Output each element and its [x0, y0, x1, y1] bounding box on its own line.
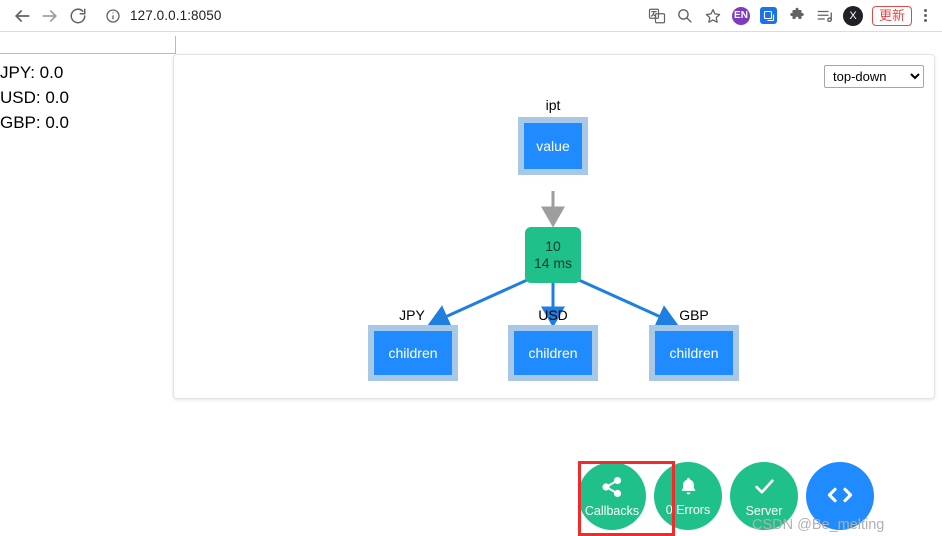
translate-icon[interactable]: [644, 3, 670, 29]
watermark: CSDN @Be_melting: [752, 517, 885, 533]
server-fab-label: Server: [745, 504, 783, 518]
readout-usd: USD: 0.0: [0, 88, 69, 107]
node-jpy-children[interactable]: children: [368, 325, 458, 381]
callback-count: 10: [545, 238, 561, 254]
code-brackets-icon: [823, 478, 857, 515]
node-label-gbp: GBP: [679, 307, 709, 323]
address-bar[interactable]: 127.0.0.1:8050: [102, 2, 638, 29]
update-button[interactable]: 更新: [871, 5, 912, 26]
toolbar-icons: EN X 更新: [644, 3, 934, 29]
layout-select-wrap: top-down left-right bottom-up right-left: [824, 65, 924, 88]
node-root-value[interactable]: value: [518, 117, 588, 175]
node-label-jpy: JPY: [399, 307, 425, 323]
language-badge-label: EN: [731, 6, 750, 25]
forward-arrow-icon[interactable]: [36, 2, 64, 30]
layout-select[interactable]: top-down left-right bottom-up right-left: [824, 65, 924, 88]
page-content: JPY: 0.0 USD: 0.0 GBP: 0.0 top-down left…: [0, 32, 942, 536]
currency-readouts: JPY: 0.0 USD: 0.0 GBP: 0.0: [0, 54, 176, 135]
node-gbp-children[interactable]: children: [649, 325, 739, 381]
avatar[interactable]: X: [840, 3, 866, 29]
zoom-search-icon[interactable]: [672, 3, 698, 29]
callback-graph-card: top-down left-right bottom-up right-left…: [173, 54, 935, 399]
language-badge[interactable]: EN: [728, 3, 754, 29]
check-icon: [752, 474, 777, 502]
avatar-initial: X: [842, 5, 863, 26]
node-callback-timing[interactable]: 10 14 ms: [525, 227, 581, 283]
back-arrow-icon[interactable]: [8, 2, 36, 30]
site-info-icon[interactable]: [102, 5, 124, 27]
readout-jpy: JPY: 0.0: [0, 63, 64, 82]
screenshot-glyph: [760, 7, 778, 24]
value-input[interactable]: [0, 36, 176, 54]
star-icon[interactable]: [700, 3, 726, 29]
node-label-root: ipt: [545, 97, 561, 113]
callbacks-highlight-box: [578, 461, 675, 536]
reading-list-icon[interactable]: [812, 3, 838, 29]
callback-duration: 14 ms: [533, 255, 573, 271]
left-panel: JPY: 0.0 USD: 0.0 GBP: 0.0: [0, 36, 176, 135]
node-label-usd: USD: [538, 307, 568, 323]
bell-icon: [677, 475, 700, 501]
url-text: 127.0.0.1:8050: [130, 8, 222, 23]
screenshot-extension-icon[interactable]: [756, 3, 782, 29]
puzzle-extensions-icon[interactable]: [784, 3, 810, 29]
kebab-menu-icon[interactable]: [916, 9, 934, 22]
node-usd-children[interactable]: children: [508, 325, 598, 381]
browser-toolbar: 127.0.0.1:8050 EN X 更新: [0, 0, 942, 32]
readout-gbp: GBP: 0.0: [0, 113, 69, 132]
reload-icon[interactable]: [64, 2, 92, 30]
